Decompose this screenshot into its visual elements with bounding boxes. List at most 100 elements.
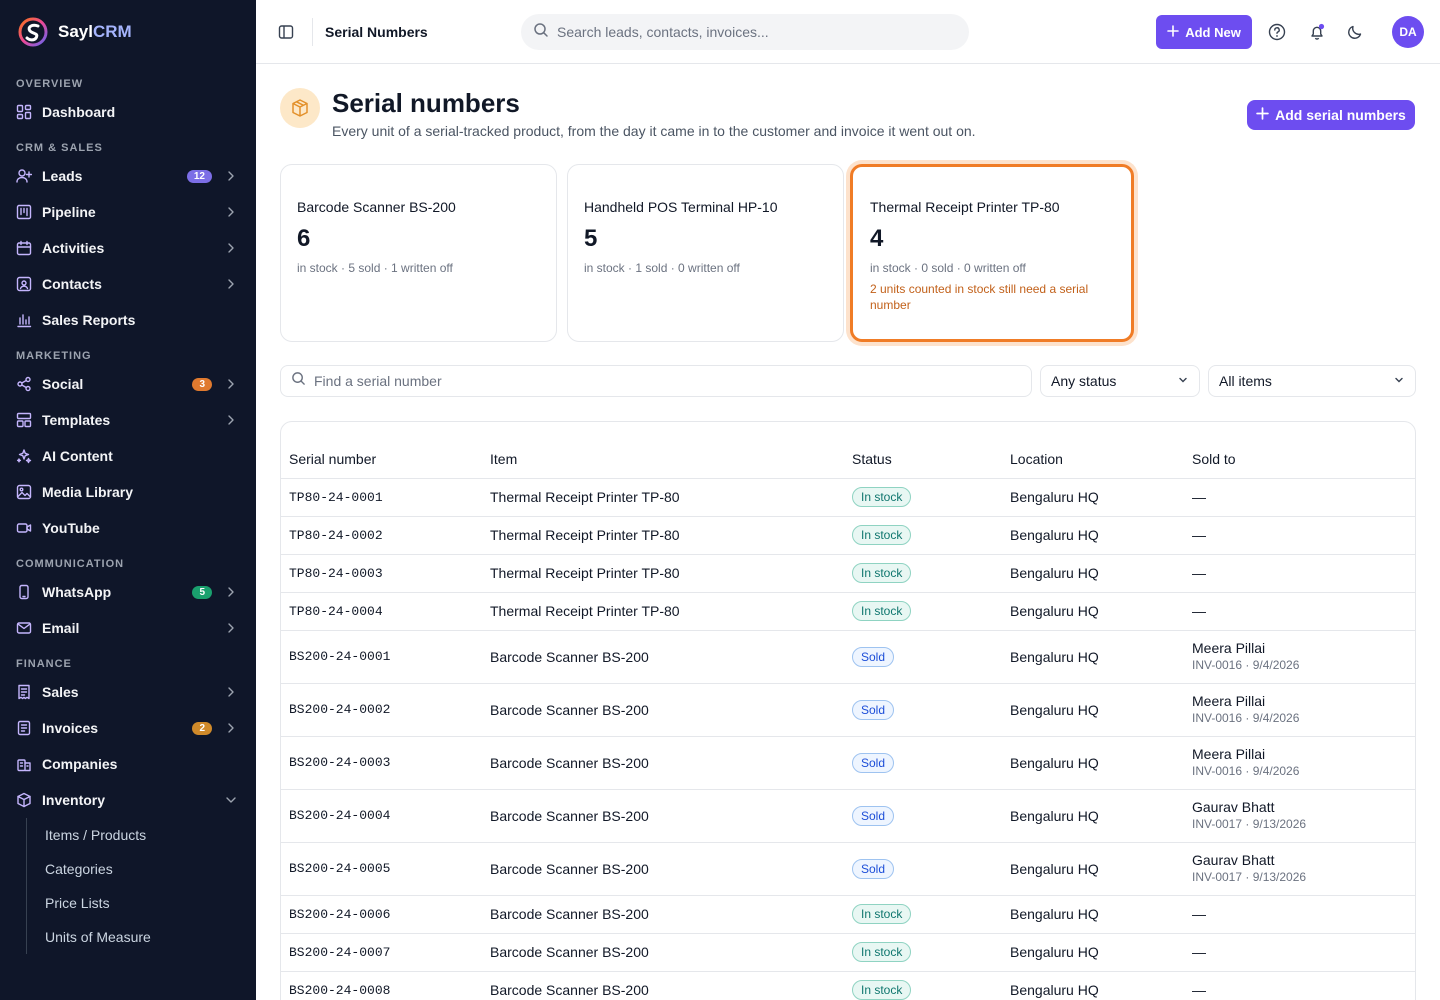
column-header[interactable]: Serial number — [281, 422, 482, 479]
main-content: Serial numbers Every unit of a serial-tr… — [256, 64, 1440, 1000]
product-card-meta: in stock · 1 sold · 0 written off — [584, 261, 740, 275]
sidebar-section-label: FINANCE — [16, 658, 72, 670]
sidebar-subitem[interactable]: Price Lists — [27, 886, 256, 920]
location-cell: Bengaluru HQ — [1002, 592, 1184, 631]
serial-table: Serial number Item Status Location Sold … — [280, 421, 1416, 1000]
sidebar-item-inventory[interactable]: Inventory — [0, 782, 256, 818]
count-badge: 5 — [192, 585, 212, 599]
serial-search-input[interactable] — [314, 373, 1014, 389]
page-title: Serial numbers — [332, 88, 520, 118]
table-row[interactable]: BS200-24-0004 Barcode Scanner BS-200 Sol… — [281, 789, 1415, 843]
sidebar-item-media-library[interactable]: Media Library — [0, 474, 256, 510]
sidebar-toggle-icon[interactable] — [278, 24, 294, 40]
brand[interactable]: SaylCRM — [0, 0, 256, 64]
contact-card-icon — [16, 276, 32, 292]
sidebar-item-contacts[interactable]: Contacts — [0, 266, 256, 302]
add-serial-numbers-button[interactable]: Add serial numbers — [1247, 100, 1415, 130]
sidebar-item-leads[interactable]: Leads 12 — [0, 158, 256, 194]
table-row[interactable]: BS200-24-0002 Barcode Scanner BS-200 Sol… — [281, 683, 1415, 737]
table-row[interactable]: TP80-24-0003 Thermal Receipt Printer TP-… — [281, 554, 1415, 593]
table-row[interactable]: BS200-24-0006 Barcode Scanner BS-200 In … — [281, 895, 1415, 934]
status-cell: Sold — [844, 789, 1002, 843]
table-row[interactable]: TP80-24-0002 Thermal Receipt Printer TP-… — [281, 516, 1415, 555]
kanban-icon — [16, 204, 32, 220]
table-row[interactable]: BS200-24-0008 Barcode Scanner BS-200 In … — [281, 971, 1415, 1000]
mail-icon — [16, 620, 32, 636]
breadcrumb: Serial Numbers — [325, 24, 428, 40]
page-subtitle: Every unit of a serial-tracked product, … — [332, 123, 976, 139]
plus-icon — [1256, 107, 1269, 123]
sidebar-subitem[interactable]: Units of Measure — [27, 920, 256, 954]
buyer-name: Gaurav Bhatt — [1192, 798, 1275, 815]
item-cell: Barcode Scanner BS-200 — [482, 683, 844, 737]
product-card-count: 5 — [584, 225, 598, 252]
sold-to-cell: — — [1184, 895, 1415, 934]
buyer-name: Meera Pillai — [1192, 692, 1266, 709]
sidebar-item-social[interactable]: Social 3 — [0, 366, 256, 402]
help-icon[interactable] — [1267, 22, 1287, 42]
location-cell: Bengaluru HQ — [1002, 789, 1184, 843]
sold-to-cell: — — [1184, 516, 1415, 555]
user-avatar[interactable]: DA — [1392, 16, 1424, 48]
sidebar-item-sales-reports[interactable]: Sales Reports — [0, 302, 256, 338]
item-cell: Barcode Scanner BS-200 — [482, 630, 844, 684]
global-search-input[interactable] — [557, 24, 937, 40]
sidebar-item-activities[interactable]: Activities — [0, 230, 256, 266]
sidebar-item-label: Dashboard — [42, 104, 116, 120]
top-bar: Serial Numbers Add New DA — [256, 0, 1440, 64]
column-header[interactable]: Sold to — [1184, 422, 1415, 479]
invoice-ref[interactable]: INV-0016 · 9/4/2026 — [1192, 763, 1407, 780]
sidebar-item-sales[interactable]: Sales — [0, 674, 256, 710]
invoice-ref[interactable]: INV-0017 · 9/13/2026 — [1192, 816, 1407, 833]
item-filter-select[interactable]: All items — [1208, 365, 1416, 397]
location-cell: Bengaluru HQ — [1002, 971, 1184, 1000]
location-cell: Bengaluru HQ — [1002, 933, 1184, 972]
product-card-meta: in stock · 5 sold · 1 written off — [297, 261, 453, 275]
column-header[interactable]: Item — [482, 422, 844, 479]
sidebar-item-youtube[interactable]: YouTube — [0, 510, 256, 546]
sidebar-item-pipeline[interactable]: Pipeline — [0, 194, 256, 230]
column-header[interactable]: Status — [844, 422, 1002, 479]
table-row[interactable]: BS200-24-0003 Barcode Scanner BS-200 Sol… — [281, 736, 1415, 790]
product-card[interactable]: Handheld POS Terminal HP-10 5 in stock ·… — [567, 164, 844, 342]
location-cell: Bengaluru HQ — [1002, 895, 1184, 934]
sidebar-item-invoices[interactable]: Invoices 2 — [0, 710, 256, 746]
invoice-ref[interactable]: INV-0016 · 9/4/2026 — [1192, 710, 1407, 727]
chevron-right-icon — [224, 205, 238, 219]
product-card-warning: 2 units counted in stock still need a se… — [870, 282, 1089, 312]
chevron-right-icon — [224, 685, 238, 699]
status-cell: Sold — [844, 630, 1002, 684]
sidebar-item-dashboard[interactable]: Dashboard — [0, 94, 256, 130]
sidebar-subitem[interactable]: Categories — [27, 852, 256, 886]
table-row[interactable]: TP80-24-0001 Thermal Receipt Printer TP-… — [281, 478, 1415, 517]
product-card[interactable]: Barcode Scanner BS-200 6 in stock · 5 so… — [280, 164, 557, 342]
serial-cell: BS200-24-0001 — [281, 630, 482, 684]
product-card-selected[interactable]: Thermal Receipt Printer TP-80 4 in stock… — [850, 164, 1134, 342]
buyer-name: — — [1192, 564, 1206, 581]
chevron-right-icon — [224, 241, 238, 255]
invoice-ref[interactable]: INV-0017 · 9/13/2026 — [1192, 869, 1407, 886]
table-row[interactable]: BS200-24-0007 Barcode Scanner BS-200 In … — [281, 933, 1415, 972]
invoice-ref[interactable]: INV-0016 · 9/4/2026 — [1192, 657, 1407, 674]
buyer-name: — — [1192, 905, 1206, 922]
sold-to-cell: — — [1184, 478, 1415, 517]
add-new-button[interactable]: Add New — [1156, 15, 1252, 49]
package-icon — [280, 88, 320, 128]
sidebar-item-templates[interactable]: Templates — [0, 402, 256, 438]
sidebar-item-ai-content[interactable]: AI Content — [0, 438, 256, 474]
sidebar-item-companies[interactable]: Companies — [0, 746, 256, 782]
moon-icon[interactable] — [1345, 22, 1365, 42]
sidebar-subitem[interactable]: Items / Products — [27, 818, 256, 852]
serial-search[interactable] — [280, 365, 1032, 397]
global-search[interactable] — [521, 14, 969, 50]
column-header[interactable]: Location — [1002, 422, 1184, 479]
sidebar-item-whatsapp[interactable]: WhatsApp 5 — [0, 574, 256, 610]
bell-icon[interactable] — [1307, 22, 1327, 42]
table-row[interactable]: TP80-24-0004 Thermal Receipt Printer TP-… — [281, 592, 1415, 631]
item-cell: Barcode Scanner BS-200 — [482, 895, 844, 934]
table-row[interactable]: BS200-24-0005 Barcode Scanner BS-200 Sol… — [281, 842, 1415, 896]
status-filter-select[interactable]: Any status — [1040, 365, 1200, 397]
table-row[interactable]: BS200-24-0001 Barcode Scanner BS-200 Sol… — [281, 630, 1415, 684]
sold-to-cell: — — [1184, 592, 1415, 631]
sidebar-item-email[interactable]: Email — [0, 610, 256, 646]
